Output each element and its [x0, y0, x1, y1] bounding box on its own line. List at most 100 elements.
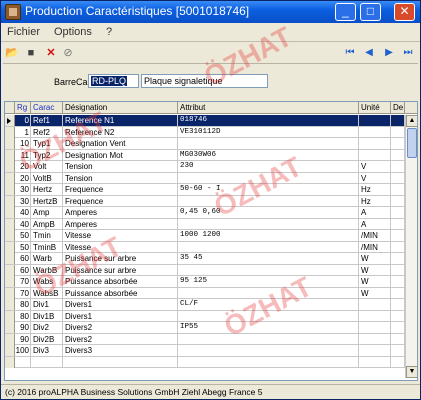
cell-attribut[interactable]: VE310112D [178, 126, 359, 138]
cell-rg[interactable]: 60 [15, 253, 31, 264]
cell-designation[interactable]: Puissance absorbée [63, 287, 178, 299]
cell-designation[interactable]: Puissance sur arbre [63, 264, 178, 276]
cell-rg[interactable]: 20 [15, 172, 31, 184]
cell-unite[interactable]: W [359, 253, 391, 264]
cell-attribut[interactable]: 50-60 - I [178, 184, 359, 195]
cell-designation[interactable]: Vitesse [63, 241, 178, 253]
cell-attribut[interactable] [178, 356, 359, 368]
table-row[interactable]: 60 Warb Puissance sur arbre 35 45 W [5, 253, 405, 265]
cell-unite[interactable]: W [359, 276, 391, 287]
maximize-button[interactable]: □ [360, 3, 381, 21]
cell-rg[interactable]: 11 [15, 149, 31, 161]
barrecar-code-field[interactable]: RD-PLQ [88, 74, 139, 88]
vertical-scrollbar[interactable]: ▲ ▼ [405, 115, 417, 378]
table-row[interactable]: 60 WarbB Puissance sur arbre W [5, 264, 405, 276]
cell-designation[interactable]: Vitesse [63, 230, 178, 241]
cell-attribut[interactable]: 35 45 [178, 253, 359, 264]
cell-attribut[interactable] [178, 218, 359, 230]
cell-carac[interactable]: AmpB [31, 218, 63, 230]
cell-attribut[interactable] [178, 241, 359, 253]
cell-attribut[interactable] [178, 138, 359, 149]
cell-unite[interactable] [359, 138, 391, 149]
cell-designation[interactable]: Divers1 [63, 310, 178, 322]
cell-designation[interactable]: Tension [63, 161, 178, 172]
cell-rg[interactable]: 40 [15, 218, 31, 230]
cell-attribut[interactable] [178, 172, 359, 184]
cell-carac[interactable]: Ref1 [31, 115, 63, 126]
header-de[interactable]: De [391, 102, 405, 114]
table-row[interactable]: 1 Ref2 Reference N2 VE310112D [5, 126, 405, 138]
cell-unite[interactable]: /MIN [359, 230, 391, 241]
cell-carac[interactable]: VoltB [31, 172, 63, 184]
cell-designation[interactable]: Frequence [63, 195, 178, 207]
cell-unite[interactable] [359, 333, 391, 345]
title-bar[interactable]: Production Caractéristiques [5001018746]… [1, 1, 420, 23]
cell-designation[interactable]: Divers1 [63, 299, 178, 310]
cell-attribut[interactable]: 1000 1200 [178, 230, 359, 241]
cell-attribut[interactable] [178, 345, 359, 356]
cell-unite[interactable] [359, 322, 391, 333]
cell-rg[interactable]: 20 [15, 161, 31, 172]
cell-unite[interactable]: W [359, 264, 391, 276]
cell-designation[interactable]: Amperes [63, 218, 178, 230]
cell-carac[interactable]: WabsB [31, 287, 63, 299]
cell-carac[interactable]: Div1 [31, 299, 63, 310]
close-button[interactable]: ✕ [394, 3, 415, 21]
cell-designation[interactable]: Divers2 [63, 322, 178, 333]
cell-rg[interactable]: 90 [15, 333, 31, 345]
cell-rg[interactable]: 30 [15, 184, 31, 195]
cell-rg[interactable] [15, 356, 31, 368]
header-designation[interactable]: Désignation [63, 102, 178, 114]
scroll-up-button[interactable]: ▲ [406, 115, 417, 127]
cell-designation[interactable]: Divers3 [63, 345, 178, 356]
cell-carac[interactable]: Div2 [31, 322, 63, 333]
table-row[interactable]: 10 Typ1 Designation Vent [5, 138, 405, 150]
cell-rg[interactable]: 70 [15, 276, 31, 287]
cell-designation[interactable]: Puissance sur arbre [63, 253, 178, 264]
cell-unite[interactable]: Hz [359, 184, 391, 195]
cell-attribut[interactable]: 95 125 [178, 276, 359, 287]
table-row[interactable]: 70 Wabs Puissance absorbée 95 125 W [5, 276, 405, 288]
menu-help[interactable]: ? [106, 26, 112, 38]
cell-unite[interactable]: V [359, 161, 391, 172]
cell-unite[interactable]: W [359, 287, 391, 299]
menu-fichier[interactable]: Fichier [7, 26, 40, 38]
cell-carac[interactable]: Ref2 [31, 126, 63, 138]
header-attribut[interactable]: Attribut [178, 102, 359, 114]
cell-designation[interactable]: Reference N1 [63, 115, 178, 126]
table-row[interactable]: 80 Div1 Divers1 CL/F [5, 299, 405, 311]
table-row[interactable]: 11 Typ2 Designation Mot MG030W06 [5, 149, 405, 161]
cell-rg[interactable]: 70 [15, 287, 31, 299]
cell-carac[interactable]: Typ2 [31, 149, 63, 161]
table-row[interactable]: 20 Volt Tension 230 V [5, 161, 405, 173]
header-unite[interactable]: Unité [359, 102, 391, 114]
cell-attribut[interactable]: IP55 [178, 322, 359, 333]
cell-attribut[interactable] [178, 333, 359, 345]
table-row[interactable]: 70 WabsB Puissance absorbée W [5, 287, 405, 299]
cell-designation[interactable]: Designation Mot [63, 149, 178, 161]
header-carac[interactable]: Carac [31, 102, 63, 114]
cell-attribut[interactable]: CL/F [178, 299, 359, 310]
first-record-icon[interactable]: ⏮ [343, 46, 357, 60]
open-folder-icon[interactable]: 📂 [5, 46, 19, 60]
cell-designation[interactable]: Divers2 [63, 333, 178, 345]
previous-record-icon[interactable]: ◀ [362, 46, 376, 60]
cell-unite[interactable]: Hz [359, 195, 391, 207]
cell-unite[interactable]: V [359, 172, 391, 184]
cell-carac[interactable]: Warb [31, 253, 63, 264]
cell-carac[interactable]: Hertz [31, 184, 63, 195]
table-row[interactable]: 40 AmpB Amperes A [5, 218, 405, 230]
cell-unite[interactable] [359, 299, 391, 310]
cell-designation[interactable] [63, 356, 178, 368]
cell-unite[interactable]: A [359, 218, 391, 230]
cell-unite[interactable] [359, 149, 391, 161]
cell-rg[interactable]: 80 [15, 299, 31, 310]
cell-carac[interactable]: Div1B [31, 310, 63, 322]
cell-attribut[interactable] [178, 195, 359, 207]
cell-attribut[interactable]: 230 [178, 161, 359, 172]
delete-icon[interactable]: ✕ [44, 46, 58, 60]
table-row[interactable]: 20 VoltB Tension V [5, 172, 405, 184]
table-row[interactable]: 30 Hertz Frequence 50-60 - I Hz [5, 184, 405, 196]
table-row[interactable] [5, 356, 405, 368]
cell-designation[interactable]: Amperes [63, 207, 178, 218]
